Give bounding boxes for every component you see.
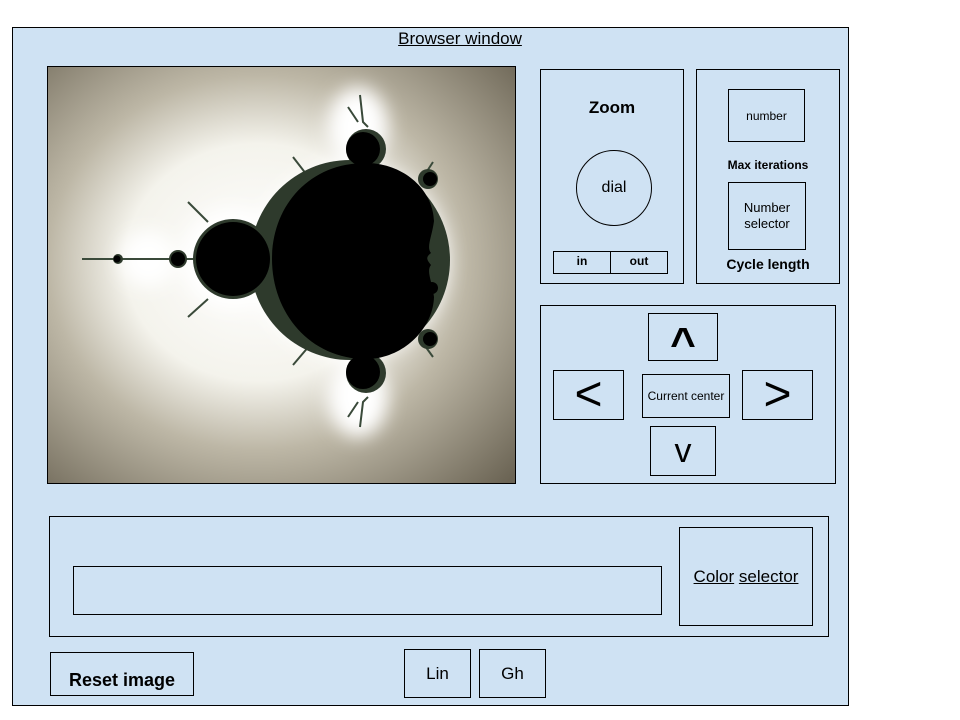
zoom-in-button[interactable]: in: [554, 252, 611, 273]
current-center-display: Current center: [642, 374, 730, 418]
lin-button[interactable]: Lin: [404, 649, 471, 698]
zoom-out-label: out: [629, 254, 649, 268]
cycle-length-label: Cycle length: [726, 256, 810, 272]
zoom-dial[interactable]: dial: [576, 150, 652, 226]
zoom-in-label: in: [576, 254, 588, 268]
reset-image-label: Reset image: [68, 669, 176, 690]
color-panel: Color selector: [49, 516, 829, 637]
color-selector[interactable]: Color selector: [679, 527, 813, 626]
max-iterations-number-input[interactable]: number: [728, 89, 805, 142]
fractal-canvas[interactable]: [47, 66, 516, 484]
pan-left-button[interactable]: <: [553, 370, 624, 420]
color-bar-input[interactable]: [73, 566, 662, 615]
cycle-length-number-selector[interactable]: Number selector: [728, 182, 806, 250]
window-title-text: Browser window: [398, 29, 522, 48]
down-arrow-icon: v: [674, 431, 692, 470]
pan-up-button[interactable]: ^: [648, 313, 718, 366]
lin-label: Lin: [426, 663, 449, 683]
zoom-out-button[interactable]: out: [611, 252, 667, 273]
reset-image-button[interactable]: Reset image: [50, 652, 194, 696]
iterations-panel: number Max iterations Number selector Cy…: [696, 69, 840, 284]
number-label: number: [746, 108, 787, 123]
pan-right-button[interactable]: >: [742, 370, 813, 420]
color-selector-word2: selector: [738, 566, 799, 586]
left-arrow-icon: <: [574, 368, 603, 421]
max-iterations-label: Max iterations: [727, 158, 809, 172]
color-selector-word1: Color: [693, 566, 735, 586]
up-arrow-icon: ^: [670, 319, 696, 368]
gh-label: Gh: [501, 663, 524, 683]
navigation-panel: ^ < Current center > v: [540, 305, 836, 484]
mandelbrot-image: [48, 67, 515, 483]
zoom-panel: Zoom dial in out: [540, 69, 684, 284]
zoom-in-out-group: in out: [553, 251, 668, 274]
gh-button[interactable]: Gh: [479, 649, 546, 698]
selector-label: Number selector: [743, 200, 791, 231]
zoom-title: Zoom: [588, 98, 636, 117]
right-arrow-icon: >: [763, 368, 792, 421]
window-title: Browser window: [0, 29, 920, 49]
dial-label: dial: [601, 179, 627, 196]
pan-down-button[interactable]: v: [650, 426, 716, 476]
current-center-label: Current center: [647, 389, 725, 403]
